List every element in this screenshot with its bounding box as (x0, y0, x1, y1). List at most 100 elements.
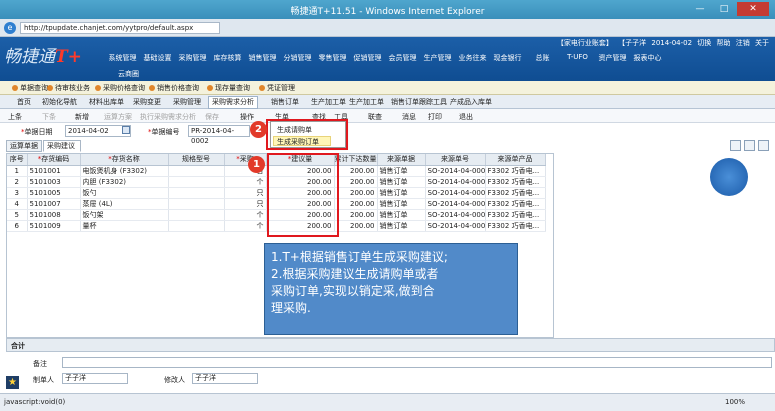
main-menu-item[interactable]: 现金银行 (490, 53, 525, 63)
calc-scheme-button[interactable]: 运算方案 (104, 112, 132, 122)
table-cell[interactable]: 个 (224, 209, 267, 221)
code-input[interactable]: PR-2014-04-0002 (188, 125, 250, 145)
quick-link[interactable]: 现存量查询 (207, 83, 250, 93)
tab-item[interactable]: 生产加工单 (349, 97, 384, 107)
tab-item[interactable]: 销售订单 (271, 97, 299, 107)
table-cell[interactable]: 6 (7, 220, 28, 232)
table-cell[interactable]: 3 (7, 187, 28, 199)
tab-item[interactable]: 采购需求分析 (208, 96, 258, 109)
table-cell[interactable]: 销售订单 (377, 176, 426, 188)
table-cell[interactable]: 销售订单 (377, 198, 426, 210)
table-cell[interactable]: 只 (224, 187, 267, 199)
table-cell[interactable]: 200.00 (334, 198, 378, 210)
tab-item[interactable]: 首页 (17, 97, 31, 107)
print-icon[interactable] (730, 140, 741, 151)
table-cell[interactable]: 1 (7, 165, 28, 177)
table-cell[interactable]: 销售订单 (377, 209, 426, 221)
tab-item[interactable]: 初始化导航 (42, 97, 77, 107)
column-header[interactable]: 来源单据 (377, 154, 426, 166)
logout-link[interactable]: 注销 (736, 39, 750, 47)
table-cell[interactable]: 5101003 (27, 176, 81, 188)
table-cell[interactable]: 销售订单 (377, 220, 426, 232)
main-menu-item[interactable]: 资产管理 (595, 53, 630, 63)
table-cell[interactable]: 5101009 (27, 220, 81, 232)
tab-item[interactable]: 采购管理 (173, 97, 201, 107)
help-link[interactable]: 帮助 (717, 39, 731, 47)
column-header[interactable]: 规格型号 (168, 154, 225, 166)
table-cell[interactable]: SO-2014-04-0005 (425, 176, 486, 188)
zoom-level[interactable]: 100% (725, 398, 745, 406)
table-cell[interactable]: 销售订单 (377, 165, 426, 177)
tab-item[interactable]: 销售订单跟踪工具 (391, 97, 447, 107)
favorite-star-icon[interactable]: ★ (6, 376, 19, 389)
column-header[interactable]: *存货名称 (80, 154, 169, 166)
print-menu[interactable]: 打印 (428, 112, 442, 122)
about-link[interactable]: 关于 (755, 39, 769, 47)
next-button[interactable]: 下条 (42, 112, 56, 122)
operate-menu[interactable]: 操作 (240, 112, 254, 122)
table-cell[interactable]: 电饭煲机身 (F3302) (80, 165, 169, 177)
table-cell[interactable]: F3302 巧香电... (485, 220, 546, 232)
run-analysis-button[interactable]: 执行采购需求分析 (140, 112, 196, 122)
assistant-bird-icon[interactable] (710, 158, 748, 196)
table-cell[interactable]: 5101007 (27, 198, 81, 210)
table-cell[interactable]: 200.00 (334, 176, 378, 188)
table-cell[interactable]: F3302 巧香电... (485, 187, 546, 199)
table-cell[interactable]: 200.00 (334, 165, 378, 177)
main-menu-item[interactable]: 库存核算 (210, 53, 245, 63)
main-menu-item[interactable]: 分销管理 (280, 53, 315, 63)
quick-link[interactable]: 待审核业务 (47, 83, 90, 93)
message-button[interactable]: 消息 (402, 112, 416, 122)
table-cell[interactable]: 只 (224, 198, 267, 210)
table-cell[interactable] (168, 220, 225, 232)
table-cell[interactable]: SO-2014-04-0005 (425, 198, 486, 210)
main-menu-item[interactable]: 业务往来 (455, 53, 490, 63)
main-menu-item[interactable]: 销售管理 (245, 53, 280, 63)
column-header[interactable]: 累计下达数量 (334, 154, 378, 166)
table-cell[interactable]: 5101008 (27, 209, 81, 221)
minimize-button[interactable]: — (689, 2, 711, 16)
column-header[interactable]: 来源单号 (425, 154, 486, 166)
main-menu-item[interactable]: 零售管理 (315, 53, 350, 63)
table-cell[interactable]: 2 (7, 176, 28, 188)
table-cell[interactable] (168, 198, 225, 210)
table-cell[interactable]: SO-2014-04-0005 (425, 187, 486, 199)
help-icon[interactable] (758, 140, 769, 151)
table-cell[interactable]: 量杯 (80, 220, 169, 232)
main-menu-item[interactable]: 促销管理 (350, 53, 385, 63)
quick-link[interactable]: 单据查询 (12, 83, 48, 93)
table-cell[interactable]: SO-2014-04-0005 (425, 220, 486, 232)
table-cell[interactable]: 200.00 (334, 209, 378, 221)
query-menu[interactable]: 联查 (368, 112, 382, 122)
calendar-icon[interactable] (122, 126, 130, 134)
tab-item[interactable]: 材料出库单 (89, 97, 124, 107)
main-menu-item[interactable]: 生产管理 (420, 53, 455, 63)
remark-input[interactable] (62, 357, 772, 368)
close-button[interactable]: ✕ (737, 2, 769, 16)
prev-button[interactable]: 上条 (8, 112, 22, 122)
table-cell[interactable]: 个 (224, 220, 267, 232)
quick-link[interactable]: 采购价格查询 (95, 83, 145, 93)
url-field[interactable]: http://tpupdate.chanjet.com/yytpro/defau… (20, 22, 220, 34)
tab-item[interactable]: 生产加工单 (311, 97, 346, 107)
table-cell[interactable]: SO-2014-04-0005 (425, 209, 486, 221)
table-cell[interactable]: 内胆 (F3302) (80, 176, 169, 188)
table-cell[interactable] (168, 187, 225, 199)
table-cell[interactable] (168, 176, 225, 188)
table-cell[interactable]: F3302 巧香电... (485, 165, 546, 177)
tab-item[interactable]: 产成品入库单 (450, 97, 492, 107)
table-cell[interactable]: 5101005 (27, 187, 81, 199)
save-button[interactable]: 保存 (205, 112, 219, 122)
table-cell[interactable]: 5101001 (27, 165, 81, 177)
table-cell[interactable] (168, 165, 225, 177)
submenu-cloud[interactable]: 云商圈 (118, 69, 139, 79)
tab-item[interactable]: 采购变更 (133, 97, 161, 107)
column-header[interactable]: 序号 (7, 154, 28, 166)
main-menu-item[interactable]: 报表中心 (630, 53, 665, 63)
refresh-icon[interactable] (744, 140, 755, 151)
quick-link[interactable]: 凭证管理 (259, 83, 295, 93)
column-header[interactable]: *存货编码 (27, 154, 81, 166)
table-cell[interactable]: 5 (7, 209, 28, 221)
table-cell[interactable] (168, 209, 225, 221)
main-menu-item[interactable]: 采购管理 (175, 53, 210, 63)
